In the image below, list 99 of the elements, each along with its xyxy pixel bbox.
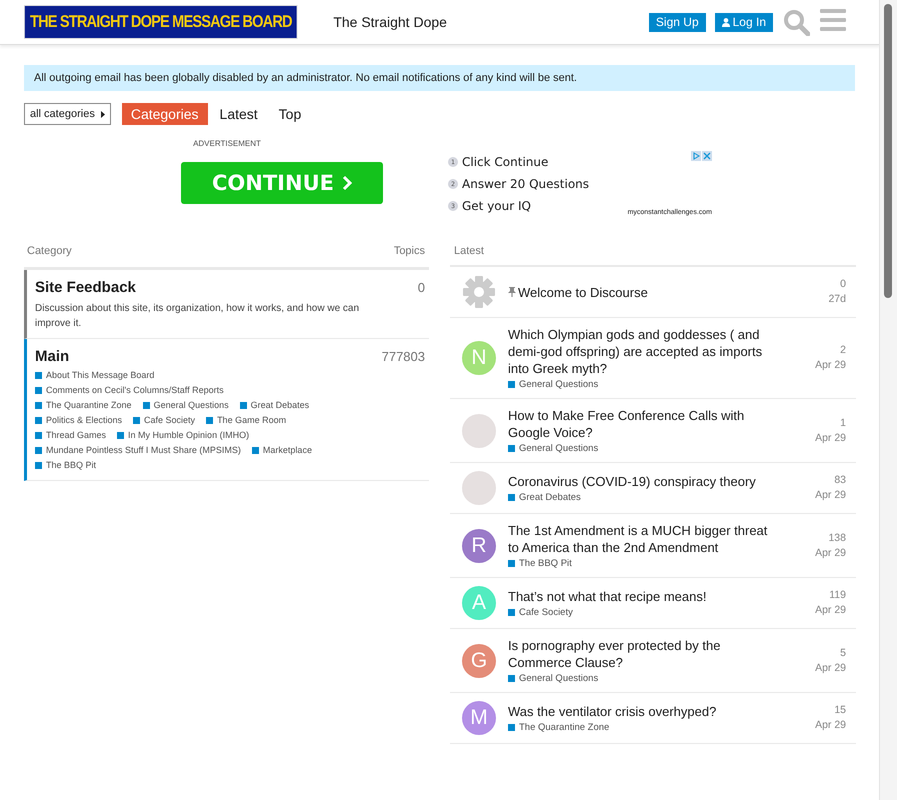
activity-time: Apr 29 bbox=[815, 430, 846, 446]
column-header: Topics bbox=[394, 245, 425, 257]
topic-title[interactable]: Welcome to Discourse bbox=[508, 284, 773, 300]
subcategory-link[interactable]: Cafe Society bbox=[133, 413, 196, 428]
menu-icon[interactable] bbox=[820, 8, 846, 30]
subcategory-link[interactable]: The Quarantine Zone bbox=[35, 398, 132, 413]
sign-up-button[interactable]: Sign Up bbox=[648, 12, 706, 32]
topic-count: 0 bbox=[418, 280, 425, 295]
activity-time: Apr 29 bbox=[815, 488, 846, 503]
ad-step-text: Click Continue bbox=[462, 155, 548, 169]
ad-step-text: Get your IQ bbox=[462, 199, 531, 213]
category-square-icon bbox=[240, 402, 247, 409]
reply-count: 15 bbox=[833, 703, 846, 718]
category-tag[interactable]: General Questions bbox=[508, 379, 804, 390]
reply-count: 83 bbox=[833, 473, 846, 488]
category-dropdown[interactable]: all categories bbox=[24, 103, 111, 125]
category-tag[interactable]: The Quarantine Zone bbox=[508, 722, 804, 733]
category-square-icon bbox=[35, 372, 42, 379]
chevron-icon bbox=[342, 175, 352, 191]
subcategory-link[interactable]: General Questions bbox=[142, 398, 229, 413]
activity-time: Apr 29 bbox=[815, 358, 846, 373]
category-description: Discussion about this site, its organization, how it works, and how we can improve it. bbox=[35, 302, 360, 331]
category-name[interactable]: Site Feedback bbox=[35, 279, 136, 296]
category-square-icon bbox=[508, 381, 515, 388]
subcategory-link[interactable]: Comments on Cecil's Columns/Staff Reports bbox=[35, 383, 224, 398]
category-square-icon bbox=[508, 445, 515, 452]
avatar-photo-placeholder[interactable] bbox=[462, 414, 496, 448]
column-header: Category bbox=[27, 245, 72, 257]
nav-tab[interactable]: Latest bbox=[210, 103, 267, 125]
topic-title[interactable]: Is pornography ever protected by the Commerce Clause? bbox=[508, 637, 773, 671]
close-icon[interactable] bbox=[702, 151, 712, 161]
scrollbar[interactable] bbox=[879, 0, 897, 800]
topic-count: 777803 bbox=[382, 349, 425, 364]
reply-count: 1 bbox=[839, 416, 846, 430]
activity-time: Apr 29 bbox=[815, 603, 846, 618]
subcategory-link[interactable]: About This Message Board bbox=[35, 368, 154, 383]
topic-title[interactable]: Was the ventilator crisis overhyped? bbox=[508, 703, 773, 720]
subcategory-link[interactable]: Marketplace bbox=[252, 443, 312, 458]
topic-title[interactable]: The 1st Amendment is a MUCH bigger threat to America than the 2nd Amendment bbox=[508, 522, 773, 556]
notice-message: All outgoing email has been globally disabled by an administrator. No email notifications of any kind will be sent. bbox=[34, 72, 578, 84]
subcategory-link[interactable]: The BBQ Pit bbox=[35, 458, 96, 473]
category-tag[interactable]: General Questions bbox=[508, 673, 804, 684]
category-square-icon bbox=[508, 560, 515, 567]
category-square-icon bbox=[206, 417, 214, 424]
site-logo[interactable]: THE STRAIGHT DOPE MESSAGE BOARD bbox=[24, 5, 298, 39]
subcategory-link[interactable]: Politics & Elections bbox=[35, 413, 122, 428]
log-in-button[interactable]: Log In bbox=[714, 12, 773, 32]
topic-title[interactable]: Coronavirus (COVID-19) conspiracy theory bbox=[508, 473, 773, 490]
reply-count: 5 bbox=[839, 646, 846, 660]
activity-time: Apr 29 bbox=[815, 718, 846, 733]
category-row[interactable] bbox=[24, 339, 429, 481]
category-square-icon bbox=[508, 675, 515, 682]
ad-step-text: Answer 20 Questions bbox=[462, 177, 590, 191]
caret-icon bbox=[100, 110, 105, 118]
category-square-icon bbox=[35, 387, 42, 394]
gear-icon bbox=[462, 275, 496, 309]
category-square-icon bbox=[252, 447, 259, 454]
topic-title[interactable]: That’s not what that recipe means! bbox=[508, 588, 773, 605]
topic-title[interactable]: Which Olympian gods and goddesses ( and demi-god offspring) are accepted as imports into Greek myth? bbox=[508, 326, 773, 377]
category-square-icon bbox=[35, 447, 42, 454]
subcategory-link[interactable]: The Game Room bbox=[206, 413, 286, 428]
site-title[interactable]: The Straight Dope bbox=[333, 14, 640, 30]
column-header: Latest bbox=[450, 245, 856, 267]
category-tag[interactable]: The BBQ Pit bbox=[508, 558, 804, 569]
category-square-icon bbox=[35, 462, 42, 469]
nav-tab[interactable]: Top bbox=[270, 103, 310, 125]
search-icon[interactable] bbox=[783, 8, 810, 36]
subcategory-link[interactable]: Great Debates bbox=[240, 398, 310, 413]
category-square-icon bbox=[35, 402, 42, 409]
category-name[interactable]: Main bbox=[35, 348, 70, 365]
reply-count: 119 bbox=[828, 588, 846, 603]
subcategory-link[interactable]: In My Humble Opinion (IMHO) bbox=[117, 428, 250, 443]
user-avatar[interactable]: R bbox=[462, 528, 496, 562]
category-tag[interactable]: Cafe Society bbox=[508, 607, 804, 618]
reply-count: 0 bbox=[839, 277, 846, 292]
category-square-icon bbox=[117, 432, 124, 439]
category-tag[interactable]: Great Debates bbox=[508, 492, 804, 503]
activity-time: Apr 29 bbox=[815, 660, 846, 676]
category-square-icon bbox=[35, 417, 42, 424]
category-tag[interactable]: General Questions bbox=[508, 443, 804, 454]
category-square-icon bbox=[508, 609, 515, 616]
ad-label: ADVERTISEMENT bbox=[193, 139, 261, 148]
category-row[interactable]: Site Feedback 0 Discussion about this site, its organization, how it works, and how we can improve it. bbox=[24, 270, 429, 339]
user-icon bbox=[722, 18, 730, 26]
category-square-icon bbox=[35, 432, 42, 439]
subcategory-link[interactable]: Mundane Pointless Stuff I Must Share (MPSIMS) bbox=[35, 443, 241, 458]
nav-tab[interactable]: Categories bbox=[122, 103, 208, 125]
avatar-photo-placeholder[interactable] bbox=[462, 471, 496, 505]
category-square-icon bbox=[133, 417, 140, 424]
subcategory-link[interactable]: Thread Games bbox=[35, 428, 106, 443]
reply-count: 138 bbox=[827, 530, 846, 546]
category-square-icon bbox=[142, 402, 150, 409]
activity-time: 27d bbox=[828, 292, 846, 307]
activity-time: Apr 29 bbox=[815, 546, 846, 560]
category-square-icon bbox=[508, 494, 515, 501]
topic-title[interactable]: How to Make Free Conference Calls with Google Voice? bbox=[508, 407, 773, 441]
reply-count: 2 bbox=[839, 343, 846, 358]
ad-choices-icon[interactable] bbox=[691, 151, 701, 161]
category-square-icon bbox=[508, 724, 515, 731]
